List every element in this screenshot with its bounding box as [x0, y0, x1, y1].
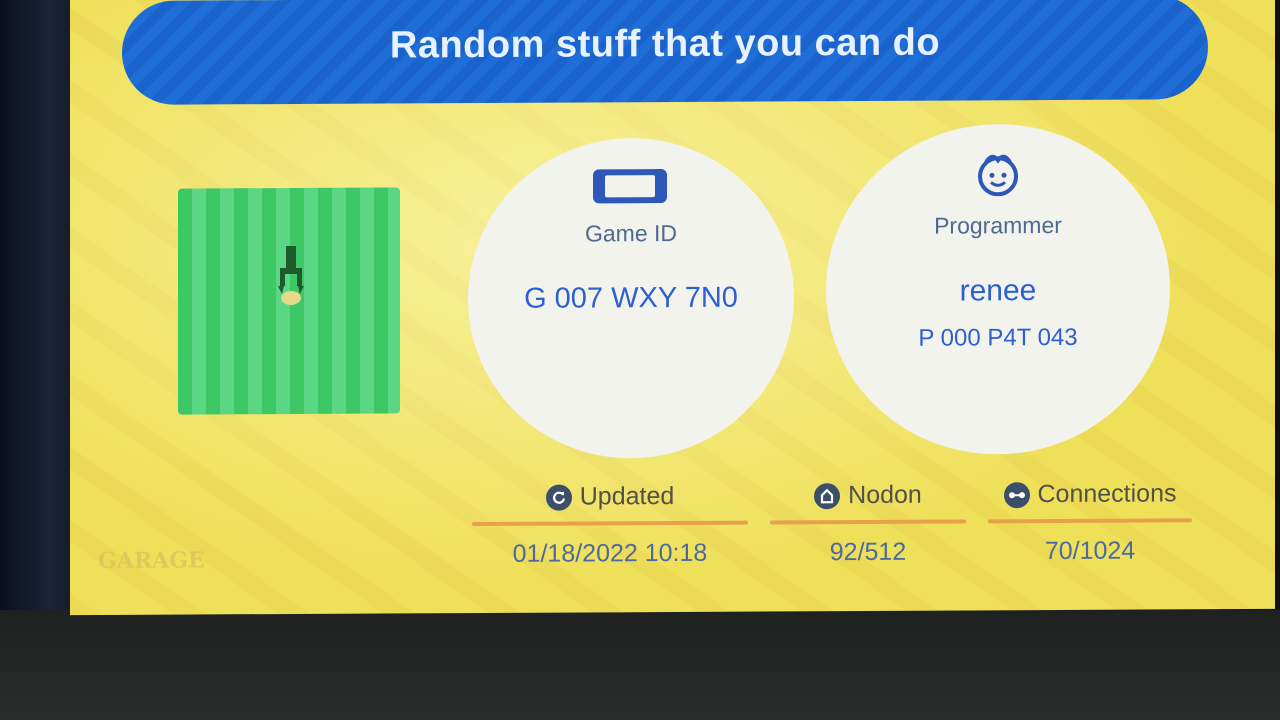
game-title: Random stuff that you can do — [389, 21, 941, 66]
programmer-label: Programmer — [934, 211, 1062, 239]
updated-divider — [472, 520, 748, 527]
updated-label: Updated — [579, 481, 675, 511]
updated-stat: Updated 01/18/2022 10:18 — [472, 482, 748, 569]
refresh-icon — [545, 484, 572, 511]
title-banner: Random stuff that you can do — [122, 0, 1208, 105]
svg-text:GARAGE: GARAGE — [98, 547, 205, 574]
programmer-name: renee — [959, 274, 1037, 308]
claw-icon — [278, 245, 304, 305]
game-id-panel: Game ID G 007 WXY 7N0 — [468, 137, 794, 460]
garage-logo: GARAGE — [98, 547, 205, 574]
programmer-id: P 000 P4T 043 — [918, 323, 1078, 352]
game-id-value: G 007 WXY 7N0 — [524, 281, 738, 315]
game-thumbnail[interactable] — [178, 187, 400, 415]
smiley-face-icon — [978, 154, 1018, 197]
updated-value: 01/18/2022 10:18 — [512, 538, 708, 568]
game-id-label: Game ID — [584, 219, 678, 247]
nodon-stat: Nodon 92/512 — [770, 480, 966, 567]
device-bezel-bottom — [0, 610, 1280, 720]
nodon-icon — [814, 482, 841, 509]
connections-label: Connections — [1037, 479, 1177, 509]
game-info-screen: Random stuff that you can do Game ID G 0… — [70, 0, 1275, 616]
nodon-value: 92/512 — [829, 537, 907, 567]
programmer-panel: Programmer renee P 000 P4T 043 — [826, 123, 1170, 456]
connections-stat: Connections 70/1024 — [988, 479, 1192, 566]
console-icon — [593, 169, 667, 204]
connections-value: 70/1024 — [1044, 536, 1136, 566]
connections-divider — [988, 518, 1192, 524]
nodon-divider — [770, 519, 966, 525]
connection-icon — [1003, 481, 1030, 508]
nodon-label: Nodon — [848, 480, 922, 510]
